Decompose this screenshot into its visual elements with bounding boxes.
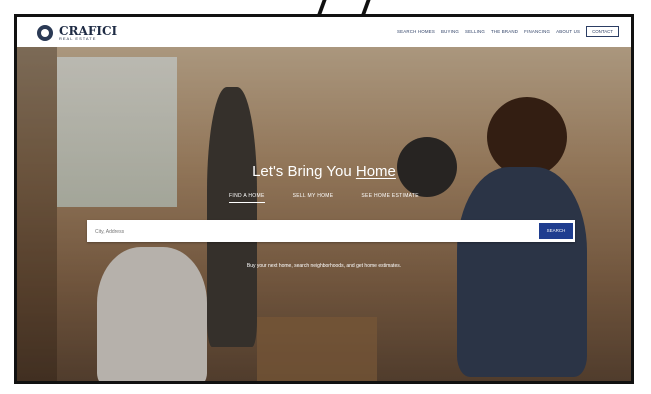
logo-tagline: REAL ESTATE <box>59 36 97 41</box>
hero-section: Let's Bring You Home FIND A HOME SELL MY… <box>17 47 631 381</box>
nav-the-brand[interactable]: THE BRAND <box>491 29 518 34</box>
contact-button[interactable]: CONTACT <box>586 26 619 37</box>
hero-caption: Buy your next home, search neighborhoods… <box>246 263 402 269</box>
nav-buying[interactable]: BUYING <box>441 29 459 34</box>
search-input[interactable] <box>93 220 497 244</box>
nav-selling[interactable]: SELLING <box>465 29 485 34</box>
nav-financing[interactable]: FINANCING <box>524 29 550 34</box>
tab-find-home[interactable]: FIND A HOME <box>229 193 265 203</box>
browser-page: CRAFICI REAL ESTATE SEARCH HOMES BUYING … <box>14 14 634 384</box>
nav-about-us[interactable]: ABOUT US <box>556 29 580 34</box>
main-nav: SEARCH HOMES BUYING SELLING THE BRAND FI… <box>397 26 619 37</box>
tab-home-estimate[interactable]: SEE HOME ESTIMATE <box>361 193 419 203</box>
logo-icon <box>37 25 53 41</box>
site-header: CRAFICI REAL ESTATE SEARCH HOMES BUYING … <box>17 17 631 47</box>
frame-accent <box>317 0 371 14</box>
nav-search-homes[interactable]: SEARCH HOMES <box>397 29 435 34</box>
logo[interactable]: CRAFICI REAL ESTATE <box>37 22 117 44</box>
search-bar: SEARCH <box>87 220 575 244</box>
hero-title: Let's Bring You Home <box>252 163 396 180</box>
search-tabs: FIND A HOME SELL MY HOME SEE HOME ESTIMA… <box>17 193 631 203</box>
tab-sell-home[interactable]: SELL MY HOME <box>293 193 334 203</box>
search-button[interactable]: SEARCH <box>539 223 573 239</box>
